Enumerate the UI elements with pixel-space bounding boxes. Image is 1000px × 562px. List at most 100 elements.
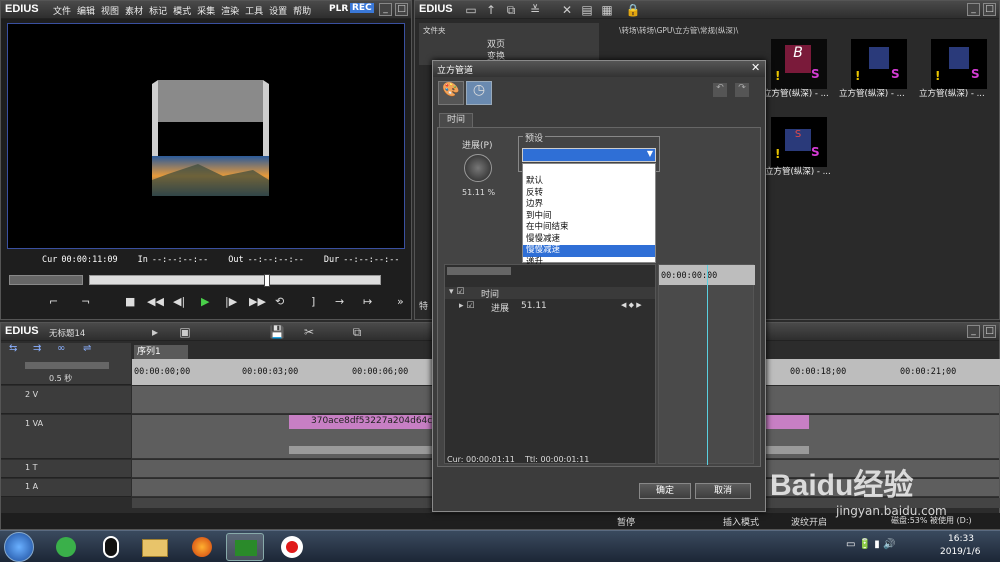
preset-option-to-middle[interactable]: 到中间 bbox=[523, 211, 655, 223]
keyframe-row-progress[interactable]: ▸ ☑ 进展 51.11 ◀ ◆ ▶ bbox=[445, 301, 655, 314]
dur-timecode: --:--:--:-- bbox=[343, 255, 400, 265]
delete-icon[interactable]: ✕ bbox=[559, 2, 575, 18]
menu-clip[interactable]: 素材 bbox=[125, 4, 143, 17]
more-icon[interactable]: » bbox=[397, 295, 404, 308]
rec-mode-button[interactable]: REC bbox=[350, 3, 374, 13]
minimize-button[interactable]: _ bbox=[379, 3, 392, 16]
zoom-slider[interactable] bbox=[25, 362, 109, 369]
fast-forward-icon[interactable]: ▶▶ bbox=[249, 295, 266, 308]
keyframe-nav-icons[interactable]: ◀ ◆ ▶ bbox=[621, 301, 642, 309]
taskbar-app-qq[interactable] bbox=[92, 533, 130, 561]
paste-icon[interactable]: ⧉ bbox=[349, 324, 365, 340]
thumb-1[interactable]: B S! bbox=[771, 39, 827, 89]
dialog-close-icon[interactable]: ✕ bbox=[751, 61, 760, 74]
effect-icon-palette[interactable]: 🎨 bbox=[438, 81, 464, 105]
menu-help[interactable]: 帮助 bbox=[293, 4, 311, 17]
taskbar-app-firefox[interactable] bbox=[182, 533, 220, 561]
track-header-1a[interactable]: 1 A bbox=[1, 479, 131, 497]
keyframe-row-time[interactable]: ▾ ☑ 时间 bbox=[445, 287, 655, 300]
properties-icon[interactable]: ▤ bbox=[579, 2, 595, 18]
overwrite-icon[interactable]: → bbox=[335, 295, 344, 308]
lock-icon[interactable]: 🔒 bbox=[625, 2, 641, 18]
mode-icon-1[interactable]: ⇆ bbox=[9, 343, 17, 354]
thumb-4[interactable]: S S! bbox=[771, 117, 827, 167]
sort-icon[interactable]: ≚ bbox=[527, 2, 543, 18]
keyframe-cursor-line[interactable] bbox=[707, 265, 708, 465]
tray-icons[interactable]: ▭ 🔋 ▮ 🔊 bbox=[846, 539, 895, 550]
preset-option-ease-out-2[interactable]: 慢慢减速 bbox=[523, 245, 655, 257]
timeline-maximize-button[interactable]: □ bbox=[983, 325, 996, 338]
video-clip[interactable]: 370ace8df53227a204d64c76 bbox=[289, 415, 439, 429]
preset-option-default[interactable]: 默认 bbox=[523, 176, 655, 188]
track-header-1va[interactable]: 1 VA bbox=[1, 415, 131, 459]
start-button[interactable] bbox=[4, 532, 34, 562]
tab-time[interactable]: 时间 bbox=[439, 113, 473, 127]
cut-icon[interactable]: ✂ bbox=[301, 324, 317, 340]
group-icon[interactable]: ⇌ bbox=[83, 343, 91, 354]
redo-icon[interactable]: ↷ bbox=[735, 83, 749, 97]
open-icon[interactable]: ▣ bbox=[177, 324, 193, 340]
bin-maximize-button[interactable]: □ bbox=[983, 3, 996, 16]
step-forward-icon[interactable]: |▶ bbox=[225, 295, 237, 308]
zoom-label[interactable]: 0.5 秒 bbox=[49, 373, 72, 384]
menu-mode[interactable]: 模式 bbox=[173, 4, 191, 17]
play-icon[interactable]: ▶ bbox=[201, 295, 209, 308]
rewind-icon[interactable]: ◀◀ bbox=[147, 295, 164, 308]
shuttle-slider[interactable] bbox=[9, 275, 83, 285]
insert-icon[interactable]: ] bbox=[311, 295, 315, 308]
keyframe-graph[interactable]: 00:00:00:00 bbox=[658, 264, 755, 465]
taskbar-app-edius[interactable] bbox=[226, 533, 264, 561]
bin-minimize-button[interactable]: _ bbox=[967, 3, 980, 16]
new-sequence-icon[interactable]: ▸ bbox=[147, 324, 163, 340]
menu-file[interactable]: 文件 bbox=[53, 4, 71, 17]
menu-marker[interactable]: 标记 bbox=[149, 4, 167, 17]
save-icon[interactable]: 💾 bbox=[269, 324, 285, 340]
view-icon[interactable]: ▦ bbox=[599, 2, 615, 18]
taskbar-app-recorder[interactable] bbox=[272, 533, 310, 561]
preset-option-ease-out-1[interactable]: 慢慢减速 bbox=[523, 234, 655, 246]
mode-icon-2[interactable]: ⇉ bbox=[33, 343, 41, 354]
undo-icon[interactable]: ↶ bbox=[713, 83, 727, 97]
preset-option-end-middle[interactable]: 在中间结束 bbox=[523, 222, 655, 234]
taskbar-app-explorer[interactable] bbox=[136, 533, 174, 561]
progress-knob[interactable] bbox=[464, 154, 492, 182]
loop-icon[interactable]: ⟲ bbox=[275, 295, 284, 308]
maximize-button[interactable]: □ bbox=[395, 3, 408, 16]
mark-in-icon[interactable]: ⌐ bbox=[49, 295, 58, 308]
cancel-button[interactable]: 取消 bbox=[695, 483, 751, 499]
mark-out-icon[interactable]: ¬ bbox=[81, 295, 90, 308]
thumb-3[interactable]: S! bbox=[931, 39, 987, 89]
link-icon[interactable]: ∞ bbox=[57, 343, 65, 354]
folder-icon[interactable]: ▭ bbox=[463, 2, 479, 18]
up-icon[interactable]: ↑ bbox=[483, 2, 499, 18]
taskbar-app-1[interactable] bbox=[46, 533, 84, 561]
replace-icon[interactable]: ↦ bbox=[363, 295, 372, 308]
keyframe-zoom-slider[interactable] bbox=[447, 267, 511, 275]
playhead-marker[interactable] bbox=[264, 274, 270, 287]
preset-option-reverse[interactable]: 反转 bbox=[523, 188, 655, 200]
menu-edit[interactable]: 编辑 bbox=[77, 4, 95, 17]
plr-mode-button[interactable]: PLR bbox=[329, 4, 348, 14]
preset-label: 预设 bbox=[523, 131, 546, 144]
menu-tools[interactable]: 工具 bbox=[245, 4, 263, 17]
menu-capture[interactable]: 采集 bbox=[197, 4, 215, 17]
video-clip-tail[interactable] bbox=[765, 415, 809, 429]
track-header-1t[interactable]: 1 T bbox=[1, 460, 131, 478]
clock-time[interactable]: 16:33 bbox=[948, 534, 974, 544]
sequence-tab[interactable]: 序列1 bbox=[134, 345, 188, 359]
effect-icon-clock[interactable]: ◷ bbox=[466, 81, 492, 105]
menu-render[interactable]: 渲染 bbox=[221, 4, 239, 17]
step-back-icon[interactable]: ◀| bbox=[173, 295, 185, 308]
menu-settings[interactable]: 设置 bbox=[269, 4, 287, 17]
stop-icon[interactable]: ■ bbox=[125, 295, 135, 308]
preset-option-border[interactable]: 边界 bbox=[523, 199, 655, 211]
position-bar[interactable] bbox=[89, 274, 381, 287]
track-header-2v[interactable]: 2 V bbox=[1, 386, 131, 414]
thumb-2[interactable]: S! bbox=[851, 39, 907, 89]
menu-view[interactable]: 视图 bbox=[101, 4, 119, 17]
copy-icon[interactable]: ⧉ bbox=[503, 2, 519, 18]
ok-button[interactable]: 确定 bbox=[639, 483, 691, 499]
timeline-minimize-button[interactable]: _ bbox=[967, 325, 980, 338]
preset-select[interactable]: ▼ bbox=[522, 148, 656, 162]
clock-date[interactable]: 2019/1/6 bbox=[940, 547, 980, 557]
